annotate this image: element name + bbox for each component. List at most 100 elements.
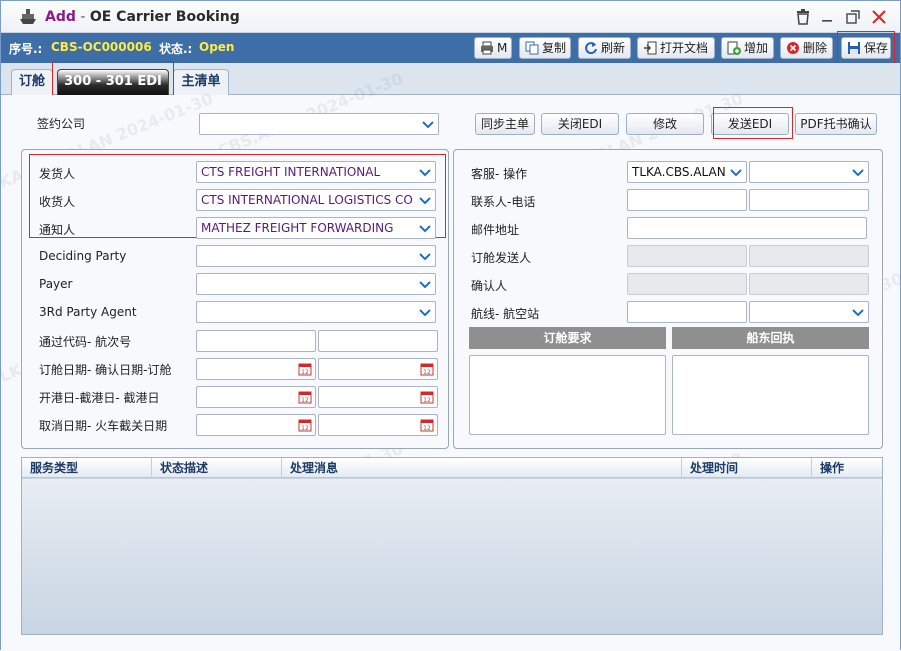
tab-booking[interactable]: 订舱 — [11, 69, 53, 95]
voyage-no-input[interactable] — [318, 330, 438, 352]
oe-carrier-booking-window: Add - OE Carrier Booking 序号.: CBS-OC0000… — [0, 0, 901, 651]
port-open-date-input[interactable]: 12 — [196, 386, 316, 408]
seq-label: 序号.: — [9, 42, 43, 56]
col-actions[interactable]: 操作 — [812, 458, 882, 478]
chevron-down-icon — [419, 169, 431, 177]
tab-300-301-edi[interactable]: 300 - 301 EDI — [57, 69, 169, 95]
booking-requirements-header: 订舱要求 — [469, 327, 666, 349]
contact-input[interactable] — [627, 189, 747, 211]
close-edi-button[interactable]: 关闭EDI — [541, 113, 619, 135]
route-input[interactable] — [627, 301, 747, 323]
booking-sender-field — [627, 245, 747, 267]
printer-icon — [481, 41, 493, 55]
consignee-value: CTS INTERNATIONAL LOGISTICS CO — [201, 193, 413, 207]
deciding-party-label: Deciding Party — [39, 249, 127, 263]
sync-master-button[interactable]: 同步主单 — [475, 113, 535, 135]
refresh-icon — [585, 42, 597, 55]
pdf-confirm-button[interactable]: PDF托书确认 — [795, 113, 877, 135]
chevron-down-icon — [852, 169, 864, 177]
notify-select[interactable]: MATHEZ FREIGHT FORWARDING — [196, 217, 436, 239]
cs-select[interactable]: TLKA.CBS.ALAN — [627, 161, 747, 183]
svg-text:12: 12 — [301, 397, 309, 404]
send-edi-button[interactable]: 发送EDI — [711, 113, 789, 135]
third-party-agent-select[interactable] — [196, 301, 436, 323]
delete-icon — [787, 42, 799, 54]
add-button[interactable]: 增加 — [721, 37, 774, 59]
carrier-reply-textarea[interactable] — [672, 355, 869, 435]
carrier-reply-header: 船东回执 — [672, 327, 869, 349]
ship-icon — [20, 9, 36, 24]
cancel-date-label: 取消日期- 火车截关日期 — [39, 419, 168, 433]
add-label: 增加 — [744, 41, 769, 55]
open-document-label: 打开文档 — [660, 41, 709, 55]
minimize-icon[interactable] — [817, 7, 837, 27]
payer-select[interactable] — [196, 273, 436, 295]
calendar-icon[interactable]: 12 — [298, 390, 312, 404]
calendar-icon[interactable]: 12 — [298, 362, 312, 376]
shipper-select[interactable]: CTS FREIGHT INTERNATIONAL — [196, 161, 436, 183]
booking-sender-label: 订舱发送人 — [471, 251, 532, 265]
state-value: Open — [199, 40, 235, 54]
calendar-icon[interactable]: 12 — [298, 418, 312, 432]
deciding-party-select[interactable] — [196, 245, 436, 267]
consignee-label: 收货人 — [39, 195, 76, 209]
calendar-icon[interactable]: 12 — [420, 390, 434, 404]
delete-button[interactable]: 删除 — [780, 37, 833, 59]
confirm-date-input[interactable]: 12 — [318, 358, 438, 380]
trash-icon[interactable] — [793, 7, 813, 27]
modify-button[interactable]: 修改 — [626, 113, 704, 135]
tab-master-manifest[interactable]: 主清单 — [173, 69, 229, 95]
tab-bar: 订舱 300 - 301 EDI 主清单 — [1, 63, 900, 95]
consignee-select[interactable]: CTS INTERNATIONAL LOGISTICS CO — [196, 189, 436, 211]
port-cutoff-date-input[interactable]: 12 — [318, 386, 438, 408]
col-status-desc[interactable]: 状态描述 — [152, 458, 282, 478]
copy-label: 复制 — [542, 41, 567, 55]
chevron-down-icon — [419, 309, 431, 317]
col-service-type[interactable]: 服务类型 — [22, 458, 152, 478]
col-process-message[interactable]: 处理消息 — [282, 458, 682, 478]
col-process-time[interactable]: 处理时间 — [682, 458, 812, 478]
booking-requirements-textarea[interactable] — [469, 355, 666, 435]
add-document-icon — [727, 41, 741, 55]
booking-date-input[interactable]: 12 — [196, 358, 316, 380]
chevron-down-icon — [730, 169, 742, 177]
contract-company-select[interactable] — [199, 113, 439, 135]
save-button[interactable]: 保存 — [841, 37, 891, 59]
calendar-icon[interactable]: 12 — [420, 362, 434, 376]
email-input[interactable] — [627, 217, 867, 239]
chevron-down-icon — [419, 225, 431, 233]
print-label: M — [497, 41, 508, 55]
status-bar: 序号.: CBS-OC000006 状态.: Open M 复制 刷新 打开文档… — [1, 33, 900, 63]
chevron-down-icon — [852, 309, 864, 317]
cs-operator-label: 客服- 操作 — [471, 167, 528, 181]
window-title: Add - OE Carrier Booking — [45, 9, 240, 25]
refresh-label: 刷新 — [601, 41, 626, 55]
copy-button[interactable]: 复制 — [519, 37, 571, 59]
rail-cutoff-date-input[interactable]: 12 — [318, 414, 438, 436]
calendar-icon[interactable]: 12 — [420, 418, 434, 432]
open-document-button[interactable]: 打开文档 — [637, 37, 715, 59]
pass-code-label: 通过代码- 航次号 — [39, 335, 132, 349]
title-add: Add — [45, 9, 76, 25]
svg-text:12: 12 — [423, 369, 431, 376]
contact-phone-label: 联系人-电话 — [471, 195, 536, 209]
title-main: OE Carrier Booking — [89, 9, 240, 25]
airport-select[interactable] — [749, 301, 869, 323]
operator-select[interactable] — [749, 161, 869, 183]
print-button[interactable]: M — [474, 37, 512, 59]
chevron-down-icon — [419, 253, 431, 261]
booking-sender-field-2 — [749, 245, 869, 267]
third-party-agent-label: 3Rd Party Agent — [39, 305, 137, 319]
maximize-icon[interactable] — [843, 7, 863, 27]
pass-code-input[interactable] — [196, 330, 316, 352]
chevron-down-icon — [419, 281, 431, 289]
phone-input[interactable] — [749, 189, 869, 211]
svg-text:12: 12 — [301, 369, 309, 376]
shipper-label: 发货人 — [39, 167, 76, 181]
close-icon[interactable] — [869, 7, 889, 27]
title-bar: Add - OE Carrier Booking — [1, 1, 900, 33]
refresh-button[interactable]: 刷新 — [578, 37, 631, 59]
chevron-down-icon — [422, 121, 434, 129]
grid-body — [22, 479, 882, 634]
cancel-date-input[interactable]: 12 — [196, 414, 316, 436]
